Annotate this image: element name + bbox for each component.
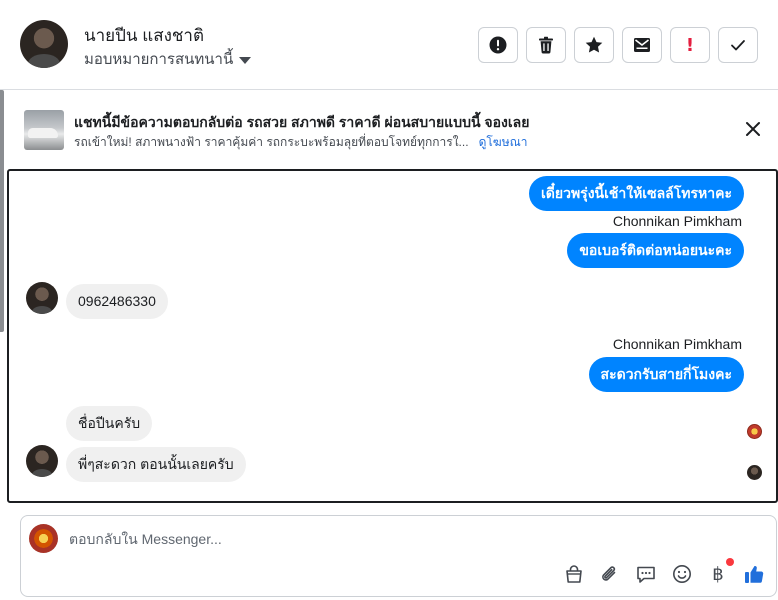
message-incoming[interactable]: ชื่อปีนครับ bbox=[66, 406, 153, 441]
avatar[interactable] bbox=[26, 445, 58, 477]
message-thread[interactable]: เดี๋ยวพรุ่งนี้เช้าให้เซลล์โทรหาคะ Chonni… bbox=[7, 169, 778, 503]
message-incoming[interactable]: 0962486330 bbox=[66, 284, 168, 319]
check-icon bbox=[731, 40, 745, 51]
envelope-icon bbox=[634, 38, 650, 52]
attach-button[interactable] bbox=[598, 562, 622, 586]
emoji-button[interactable] bbox=[670, 562, 694, 586]
page-avatar bbox=[29, 524, 58, 553]
notification-dot bbox=[726, 558, 734, 566]
trash-icon bbox=[539, 36, 553, 54]
send-like-button[interactable] bbox=[742, 562, 766, 586]
alert-button[interactable] bbox=[478, 27, 518, 63]
payment-button[interactable]: ฿ bbox=[706, 558, 734, 586]
exclamation-icon: ! bbox=[685, 34, 695, 56]
saved-replies-button[interactable] bbox=[634, 562, 658, 586]
ad-description: รถเข้าใหม่! สภาพนางฟ้า ราคาคุ้มค่า รถกระ… bbox=[74, 135, 469, 149]
seen-indicator-avatar bbox=[747, 465, 762, 480]
thumbs-up-icon bbox=[745, 565, 764, 583]
inbox-conversation: นายปีน แสงชาติ มอบหมายการสนทนานี้ ! แชทน… bbox=[0, 0, 778, 600]
message-outgoing[interactable]: สะดวกรับสายกี่โมงคะ bbox=[588, 357, 744, 392]
header-actions: ! bbox=[478, 27, 758, 63]
assign-conversation-dropdown[interactable]: มอบหมายการสนทนานี้ bbox=[84, 47, 252, 71]
chat-bubble-icon bbox=[637, 566, 655, 583]
message-incoming[interactable]: พี่ๆสะดวก ตอนนั้นเลยครับ bbox=[66, 447, 246, 482]
baht-icon: ฿ bbox=[712, 563, 724, 585]
ad-description-row: รถเข้าใหม่! สภาพนางฟ้า ราคาคุ้มค่า รถกระ… bbox=[74, 133, 528, 152]
view-ad-link[interactable]: ดูโฆษณา bbox=[479, 133, 528, 152]
mark-spam-button[interactable]: ! bbox=[670, 27, 710, 63]
conversation-header: นายปีน แสงชาติ มอบหมายการสนทนานี้ ! bbox=[0, 0, 778, 90]
message-outgoing[interactable]: เดี๋ยวพรุ่งนี้เช้าให้เซลล์โทรหาคะ bbox=[529, 176, 744, 211]
shop-button[interactable] bbox=[562, 562, 586, 586]
ad-context-banner: แชทนี้มีข้อความตอบกลับต่อ รถสวย สภาพดี ร… bbox=[0, 90, 778, 168]
reply-composer: ฿ bbox=[20, 515, 777, 597]
ad-thumbnail[interactable] bbox=[24, 110, 64, 150]
star-button[interactable] bbox=[574, 27, 614, 63]
assign-label: มอบหมายการสนทนานี้ bbox=[84, 51, 234, 68]
seen-indicator-avatar bbox=[747, 424, 762, 439]
mark-unread-button[interactable] bbox=[622, 27, 662, 63]
delete-button[interactable] bbox=[526, 27, 566, 63]
smiley-icon bbox=[673, 565, 691, 583]
sender-name: Chonnikan Pimkham bbox=[612, 336, 742, 352]
composer-tools: ฿ bbox=[562, 558, 766, 586]
avatar[interactable] bbox=[20, 20, 68, 68]
ad-title: แชทนี้มีข้อความตอบกลับต่อ รถสวย สภาพดี ร… bbox=[74, 114, 530, 130]
sender-name: Chonnikan Pimkham bbox=[612, 213, 742, 229]
paperclip-icon bbox=[602, 566, 616, 581]
chevron-down-icon bbox=[239, 56, 252, 64]
mark-done-button[interactable] bbox=[718, 27, 758, 63]
contact-name[interactable]: นายปีน แสงชาติ bbox=[84, 22, 204, 49]
shopping-bag-icon bbox=[566, 565, 582, 583]
close-icon[interactable] bbox=[744, 120, 762, 138]
avatar[interactable] bbox=[26, 282, 58, 314]
message-outgoing[interactable]: ขอเบอร์ติดต่อหน่อยนะคะ bbox=[567, 233, 744, 268]
star-icon bbox=[585, 36, 603, 53]
exclamation-circle-icon bbox=[489, 36, 507, 54]
reply-input[interactable] bbox=[69, 531, 749, 547]
